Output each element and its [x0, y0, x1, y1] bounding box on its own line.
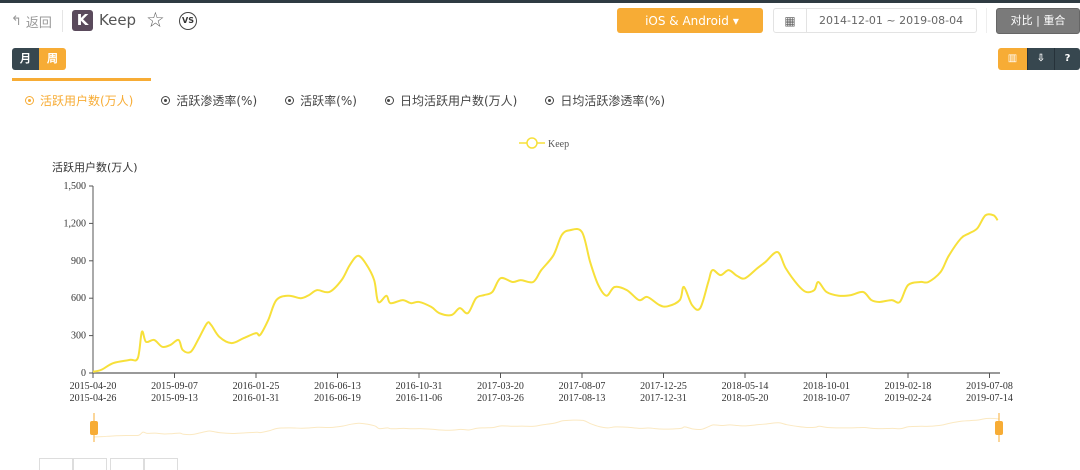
x-tick-label: 2018-05-20	[722, 393, 769, 404]
bottom-button[interactable]	[73, 458, 107, 470]
bottom-button[interactable]	[144, 458, 178, 470]
x-tick-label: 2018-10-01	[803, 381, 850, 392]
legend[interactable]: Keep	[519, 137, 569, 150]
y-tick-label: 1,200	[64, 218, 87, 229]
y-tick-label: 0	[81, 368, 86, 379]
x-tick-label: 2017-08-13	[559, 393, 606, 404]
x-tick-label: 2017-03-26	[477, 393, 524, 404]
line-chart: Keep 活跃用户数(万人) 0 300 600 900 1,200 1,500 2015-…	[52, 137, 1013, 442]
legend-label: Keep	[548, 139, 569, 150]
x-tick-label: 2017-12-31	[640, 393, 687, 404]
x-tick-label: 2018-10-07	[803, 393, 850, 404]
x-tick-label: 2019-07-14	[966, 393, 1013, 404]
zoom-slider[interactable]	[90, 413, 1003, 442]
slider-left-handle[interactable]	[90, 421, 98, 435]
x-tick-label: 2018-05-14	[722, 381, 769, 392]
x-tick-label: 2016-10-31	[396, 381, 443, 392]
x-tick-label: 2016-01-25	[233, 381, 280, 392]
bottom-button[interactable]	[110, 458, 144, 470]
x-tick-label: 2015-04-26	[70, 393, 117, 404]
y-tick-label: 600	[71, 293, 86, 304]
x-tick-label: 2017-08-07	[559, 381, 606, 392]
x-tick-label: 2015-04-20	[70, 381, 117, 392]
x-tick-label: 2016-06-13	[314, 381, 361, 392]
x-tick-label: 2016-11-06	[396, 393, 442, 404]
y-tick-label: 1,500	[64, 181, 87, 192]
bottom-button-group	[110, 458, 178, 470]
slider-preview-line	[93, 417, 999, 438]
y-tick-label: 900	[71, 256, 86, 267]
bottom-button-group	[39, 458, 107, 470]
x-tick-label: 2019-07-08	[966, 381, 1013, 392]
slider-right-handle[interactable]	[995, 421, 1003, 435]
x-tick-label: 2019-02-24	[885, 393, 932, 404]
legend-marker	[526, 137, 538, 149]
x-tick-label: 2016-06-19	[314, 393, 361, 404]
x-tick-label: 2015-09-13	[151, 393, 198, 404]
x-tick-label: 2016-01-31	[233, 393, 280, 404]
x-tick-label: 2019-02-18	[885, 381, 932, 392]
y-tick-label: 300	[71, 331, 86, 342]
x-tick-label: 2015-09-07	[151, 381, 198, 392]
bottom-button[interactable]	[39, 458, 73, 470]
x-tick-label: 2017-12-25	[640, 381, 687, 392]
y-axis-title: 活跃用户数(万人)	[52, 160, 138, 174]
x-tick-label: 2017-03-20	[477, 381, 524, 392]
series-line-keep	[92, 213, 999, 373]
